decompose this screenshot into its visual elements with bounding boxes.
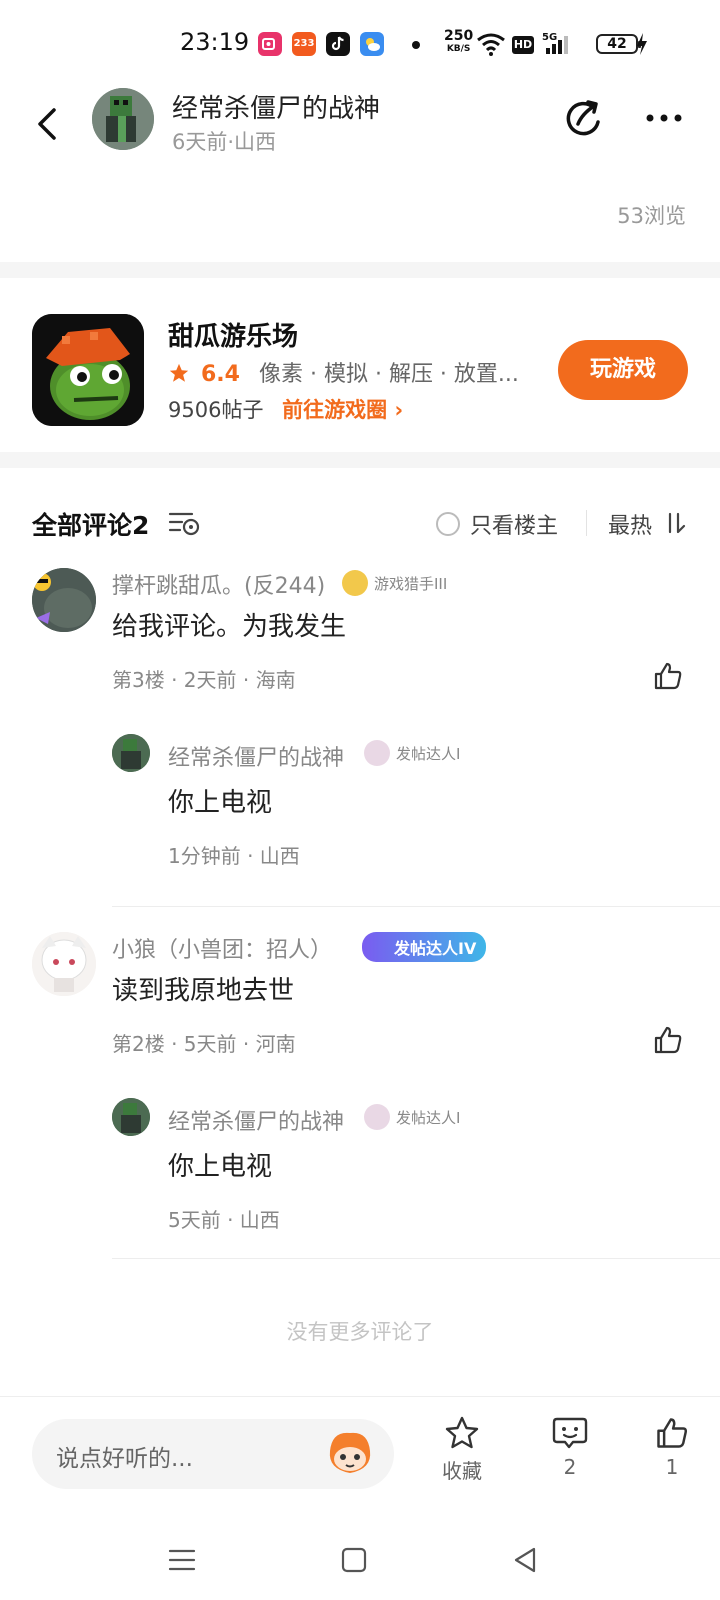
reply-badge: 发帖达人I	[364, 1104, 460, 1130]
like-icon[interactable]	[652, 1024, 684, 1056]
game-rating-row: 6.4 像素 · 模拟 · 解压 · 放置...	[168, 356, 519, 388]
favorite-action[interactable]: 收藏	[422, 1415, 502, 1484]
author-name[interactable]: 经常杀僵尸的战神	[172, 88, 380, 125]
net-speed-unit: KB/S	[446, 44, 471, 54]
game-title[interactable]: 甜瓜游乐场	[168, 316, 298, 353]
commenter-name[interactable]: 小狼（小兽团：招人）	[112, 932, 332, 964]
header-separator	[586, 510, 587, 536]
view-count: 53浏览	[617, 204, 686, 228]
reply-avatar[interactable]	[112, 734, 150, 772]
favorite-label: 收藏	[442, 1459, 482, 1483]
game-icon[interactable]	[32, 314, 144, 426]
game-posts-row: 9506帖子 前往游戏圈 ›	[168, 394, 403, 424]
game-post-count: 9506帖子	[168, 398, 264, 422]
comment-input[interactable]: 说点好听的...	[32, 1419, 394, 1489]
net-speed: 250 KB/S	[444, 28, 474, 56]
comment-text: 给我评论。为我发生	[112, 612, 347, 642]
comment-count: 2	[563, 1455, 577, 1479]
commenter-avatar[interactable]	[32, 568, 96, 632]
comment-action[interactable]: 2	[530, 1415, 610, 1479]
play-game-button[interactable]: 玩游戏	[558, 340, 688, 400]
commenter-name[interactable]: 撑杆跳甜瓜。(反244)	[112, 568, 325, 600]
post-time-location: 6天前·山西	[172, 130, 277, 154]
star-outline-icon	[445, 1416, 479, 1449]
like-count: 1	[665, 1455, 679, 1479]
user-badge-label: 发帖达人IV	[362, 932, 487, 962]
user-badge: 发帖达人IV	[362, 932, 487, 962]
game-rating: 6.4	[201, 362, 240, 387]
comment-text: 读到我原地去世	[112, 976, 295, 1006]
battery-indicator: 42	[596, 34, 641, 54]
section-divider	[0, 262, 720, 278]
menu-icon[interactable]	[162, 1540, 202, 1580]
commenter-avatar[interactable]	[32, 932, 96, 996]
reply-avatar[interactable]	[112, 1098, 150, 1136]
comments-header: 全部评论2 只看楼主 最热	[0, 500, 720, 544]
star-icon	[169, 363, 189, 382]
comment-bubble-icon	[552, 1417, 588, 1449]
like-action[interactable]: 1	[632, 1415, 712, 1479]
comment-divider	[112, 1258, 720, 1259]
comment-divider	[112, 906, 720, 907]
only-author-label[interactable]: 只看楼主	[470, 508, 558, 540]
reply-author-name[interactable]: 经常杀僵尸的战神	[168, 1104, 344, 1136]
reply-badge-label: 发帖达人I	[396, 744, 461, 763]
user-badge-label: 游戏猎手III	[374, 574, 448, 593]
game-card[interactable]: 甜瓜游乐场 6.4 像素 · 模拟 · 解压 · 放置... 9506帖子 前往…	[0, 282, 720, 462]
no-more-comments: 没有更多评论了	[286, 1320, 434, 1344]
comments-title: 全部评论2	[32, 511, 150, 540]
reply-author-name[interactable]: 经常杀僵尸的战神	[168, 740, 344, 772]
svg-text:5G: 5G	[542, 32, 557, 43]
post-header: 经常杀僵尸的战神 6天前·山西	[0, 88, 720, 160]
home-icon[interactable]	[334, 1540, 374, 1580]
back-nav-icon[interactable]	[506, 1540, 546, 1580]
more-icon[interactable]	[640, 94, 688, 142]
notification-dot-icon	[412, 41, 420, 49]
goto-game-circle-link[interactable]: 前往游戏圈 ›	[282, 398, 403, 422]
weather-icon	[360, 32, 384, 56]
mascot-emoji-icon[interactable]	[324, 1429, 376, 1479]
reply-badge-label: 发帖达人I	[396, 1108, 461, 1127]
like-icon[interactable]	[652, 660, 684, 692]
comment-meta: 第2楼 · 5天前 · 河南	[112, 1032, 296, 1056]
reply-text: 你上电视	[168, 1152, 273, 1182]
game-tags: 像素 · 模拟 · 解压 · 放置...	[258, 362, 519, 387]
wifi-icon	[477, 33, 505, 56]
sort-hot-label[interactable]: 最热	[608, 508, 652, 540]
poster-medal-icon	[364, 1104, 390, 1130]
reply-meta: 1分钟前 · 山西	[168, 844, 300, 868]
back-icon[interactable]	[28, 100, 68, 148]
poster-medal-icon	[364, 740, 390, 766]
233-app-icon: 233	[292, 32, 316, 56]
section-divider	[0, 452, 720, 468]
reply-meta: 5天前 · 山西	[168, 1208, 280, 1232]
user-badge: 游戏猎手III	[342, 570, 447, 596]
bottom-action-bar: 说点好听的... 收藏 2 1	[0, 1396, 720, 1516]
status-bar: 23:19 233 250 KB/S HD 5G 42	[0, 0, 720, 88]
status-time: 23:19	[180, 28, 250, 56]
reply-text: 你上电视	[168, 788, 273, 818]
charging-icon	[637, 33, 647, 55]
thumbs-up-icon	[657, 1418, 688, 1448]
hunter-medal-icon	[342, 570, 368, 596]
hd-icon: HD	[512, 36, 534, 54]
comment-filter-icon[interactable]	[168, 510, 202, 538]
net-speed-value: 250	[444, 28, 474, 44]
only-author-radio[interactable]	[436, 512, 460, 536]
system-nav-bar	[0, 1516, 720, 1600]
screen-recorder-icon	[258, 32, 282, 56]
comment-input-placeholder: 说点好听的...	[56, 1446, 193, 1472]
comment-meta: 第3楼 · 2天前 · 海南	[112, 668, 296, 692]
author-avatar[interactable]	[92, 88, 154, 150]
share-icon[interactable]	[560, 94, 608, 142]
reply-badge: 发帖达人I	[364, 740, 460, 766]
tiktok-icon	[326, 32, 350, 56]
signal-5g-icon: 5G	[542, 32, 568, 54]
sort-icon[interactable]	[664, 510, 686, 536]
